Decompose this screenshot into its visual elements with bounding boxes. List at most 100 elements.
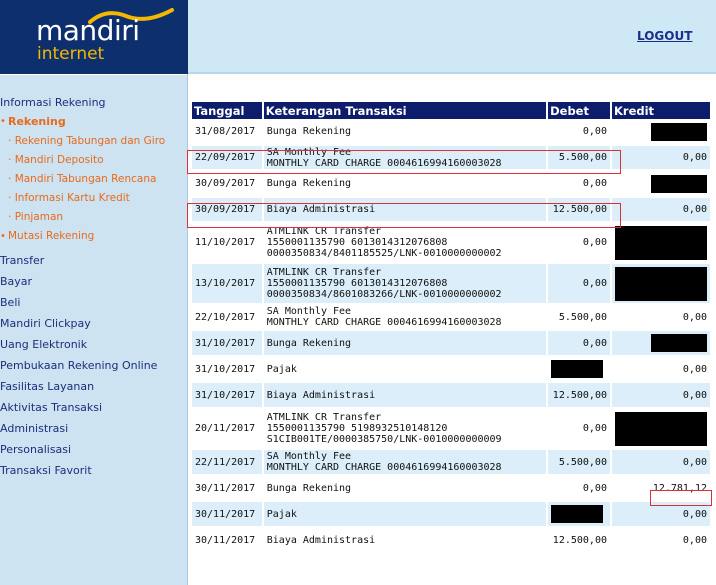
- cell-description: SA Monthly Fee MONTHLY CARD CHARGE 000461…: [262, 449, 549, 476]
- sidebar-menu-administrasi[interactable]: Administrasi: [0, 422, 187, 435]
- table-row: 31/10/2017 Biaya Administrasi 12.500,00 0,0…: [192, 382, 713, 409]
- sidebar-menu-personalisasi[interactable]: Personalisasi: [0, 443, 187, 456]
- cell-kredit: [610, 330, 713, 357]
- cell-kredit: [610, 408, 713, 450]
- table-row: 22/09/2017 SA Monthly Fee MONTHLY CARD CHA…: [192, 145, 713, 171]
- sidebar-subitem-tabungan-giro[interactable]: · Rekening Tabungan dan Giro: [8, 135, 165, 147]
- sidebar-menu-beli[interactable]: Beli: [0, 296, 187, 309]
- table-row: 11/10/2017 ATMLINK CR Transfer 15500011357…: [192, 222, 713, 264]
- header-keterangan: Keterangan Transaksi: [262, 102, 549, 119]
- sidebar-item-mutasi-rekening[interactable]: Mutasi Rekening: [8, 230, 94, 242]
- table-row: 13/10/2017 ATMLINK CR Transfer 15500011357…: [192, 263, 713, 305]
- cell-description: Bunga Rekening: [262, 330, 549, 357]
- table-row: 30/09/2017 Bunga Rekening 0,00: [192, 170, 713, 198]
- sidebar-section-informasi-rekening[interactable]: Informasi Rekening: [0, 96, 187, 109]
- description-line: Biaya Administrasi: [266, 204, 376, 215]
- cell-debet: [547, 501, 612, 528]
- cell-description: Bunga Rekening: [262, 119, 549, 146]
- sidebar-subitem-tabungan-rencana[interactable]: · Mandiri Tabungan Rencana: [8, 173, 156, 185]
- cell-date: 22/10/2017: [192, 304, 264, 331]
- sidebar-menu-clickpay[interactable]: Mandiri Clickpay: [0, 317, 187, 330]
- sidebar-subitem-deposito[interactable]: · Mandiri Deposito: [8, 154, 104, 166]
- redacted-block: [651, 334, 707, 352]
- cell-debet: 0,00: [547, 408, 612, 450]
- cell-date: 31/10/2017: [192, 330, 264, 357]
- transaction-table: Tanggal Keterangan Transaksi Debet Kredi…: [192, 102, 713, 554]
- cell-date: 30/11/2017: [192, 527, 264, 554]
- cell-debet: 0,00: [547, 263, 612, 305]
- sidebar-subitem-kartu-kredit[interactable]: · Informasi Kartu Kredit: [8, 192, 130, 204]
- description-line: ATMLINK CR Transfer: [266, 267, 382, 278]
- bullet-icon: •: [0, 116, 6, 127]
- description-line: Biaya Administrasi: [266, 389, 376, 401]
- divider: [0, 74, 187, 75]
- cell-description: ATMLINK CR Transfer 1550001135790 5198932…: [262, 408, 549, 450]
- cell-date: 31/10/2017: [192, 382, 264, 409]
- redacted-block: [651, 122, 707, 141]
- table-row: 22/11/2017 SA Monthly Fee MONTHLY CARD CHA…: [192, 449, 713, 476]
- cell-date: 30/09/2017: [192, 170, 264, 198]
- cell-debet: 12.500,00: [547, 382, 612, 409]
- table-row: 30/11/2017 Bunga Rekening 0,00 12.781,12: [192, 475, 713, 502]
- cell-debet: 5.500,00: [547, 145, 612, 171]
- cell-kredit: [610, 170, 713, 198]
- redacted-block: [651, 174, 707, 193]
- description-line: 1550001135790 5198932510148120: [266, 423, 448, 434]
- cell-date: 13/10/2017: [192, 263, 264, 305]
- description-line: ATMLINK CR Transfer: [266, 412, 382, 423]
- cell-kredit: 0,00: [610, 197, 713, 223]
- description-line: Pajak: [266, 508, 297, 520]
- cell-date: 22/11/2017: [192, 449, 264, 476]
- cell-kredit: 12.781,12: [610, 475, 713, 502]
- cell-description: Biaya Administrasi: [262, 197, 549, 223]
- redacted-block: [615, 225, 707, 260]
- cell-description: Bunga Rekening: [262, 475, 549, 502]
- cell-date: 22/09/2017: [192, 145, 264, 171]
- sidebar-menu-transaksi-favorit[interactable]: Transaksi Favorit: [0, 464, 187, 477]
- cell-date: 31/10/2017: [192, 356, 264, 383]
- sidebar-menu-bayar[interactable]: Bayar: [0, 275, 187, 288]
- cell-kredit: [610, 119, 713, 146]
- cell-description: Pajak: [262, 356, 549, 383]
- sidebar-item-rekening[interactable]: Rekening: [8, 115, 66, 128]
- logout-link[interactable]: LOGOUT: [637, 29, 692, 43]
- sidebar-subitem-pinjaman[interactable]: · Pinjaman: [8, 211, 63, 223]
- header-debet: Debet: [547, 102, 612, 119]
- sidebar-menu-aktivitas-transaksi[interactable]: Aktivitas Transaksi: [0, 401, 187, 414]
- cell-date: 11/10/2017: [192, 222, 264, 264]
- sidebar: Informasi Rekening • Rekening · Rekening…: [0, 74, 188, 585]
- cell-debet: [547, 356, 612, 383]
- cell-date: 30/11/2017: [192, 501, 264, 528]
- description-line: Bunga Rekening: [266, 482, 352, 494]
- description-line: Pajak: [266, 363, 297, 375]
- cell-kredit: [610, 222, 713, 264]
- sidebar-menu-pembukaan-rekening[interactable]: Pembukaan Rekening Online: [0, 359, 187, 372]
- sidebar-menu-fasilitas-layanan[interactable]: Fasilitas Layanan: [0, 380, 187, 393]
- description-line: 1550001135790 6013014312076808: [266, 237, 448, 248]
- description-line: Bunga Rekening: [266, 126, 352, 137]
- logo-area: mandiri internet: [0, 0, 188, 74]
- cell-debet: 0,00: [547, 170, 612, 198]
- sidebar-menu-uang-elektronik[interactable]: Uang Elektronik: [0, 338, 187, 351]
- cell-kredit: 0,00: [610, 449, 713, 476]
- description-line: SA Monthly Fee: [266, 146, 352, 158]
- cell-debet: 12.500,00: [547, 197, 612, 223]
- cell-kredit: 0,00: [610, 382, 713, 409]
- cell-description: SA Monthly Fee MONTHLY CARD CHARGE 000461…: [262, 304, 549, 331]
- cell-debet: 0,00: [547, 330, 612, 357]
- header-tanggal: Tanggal: [192, 102, 264, 119]
- table-row: 30/09/2017 Biaya Administrasi 12.500,00 0,0…: [192, 197, 713, 223]
- redacted-block: [615, 266, 707, 301]
- cell-kredit: 0,00: [610, 304, 713, 331]
- description-line: SA Monthly Fee: [266, 451, 352, 462]
- cell-description: SA Monthly Fee MONTHLY CARD CHARGE 000461…: [262, 145, 549, 171]
- description-line: 0000350834/8601083266/LNK-0010000000002: [266, 289, 502, 300]
- cell-debet: 0,00: [547, 119, 612, 146]
- description-line: SA Monthly Fee: [266, 306, 352, 317]
- cell-description: ATMLINK CR Transfer 1550001135790 6013014…: [262, 263, 549, 305]
- sidebar-menu-transfer[interactable]: Transfer: [0, 254, 187, 267]
- cell-description: Pajak: [262, 501, 549, 528]
- cell-kredit: 0,00: [610, 145, 713, 171]
- table-row: 31/10/2017 Pajak 0,00: [192, 356, 713, 383]
- table-row: 22/10/2017 SA Monthly Fee MONTHLY CARD CHA…: [192, 304, 713, 331]
